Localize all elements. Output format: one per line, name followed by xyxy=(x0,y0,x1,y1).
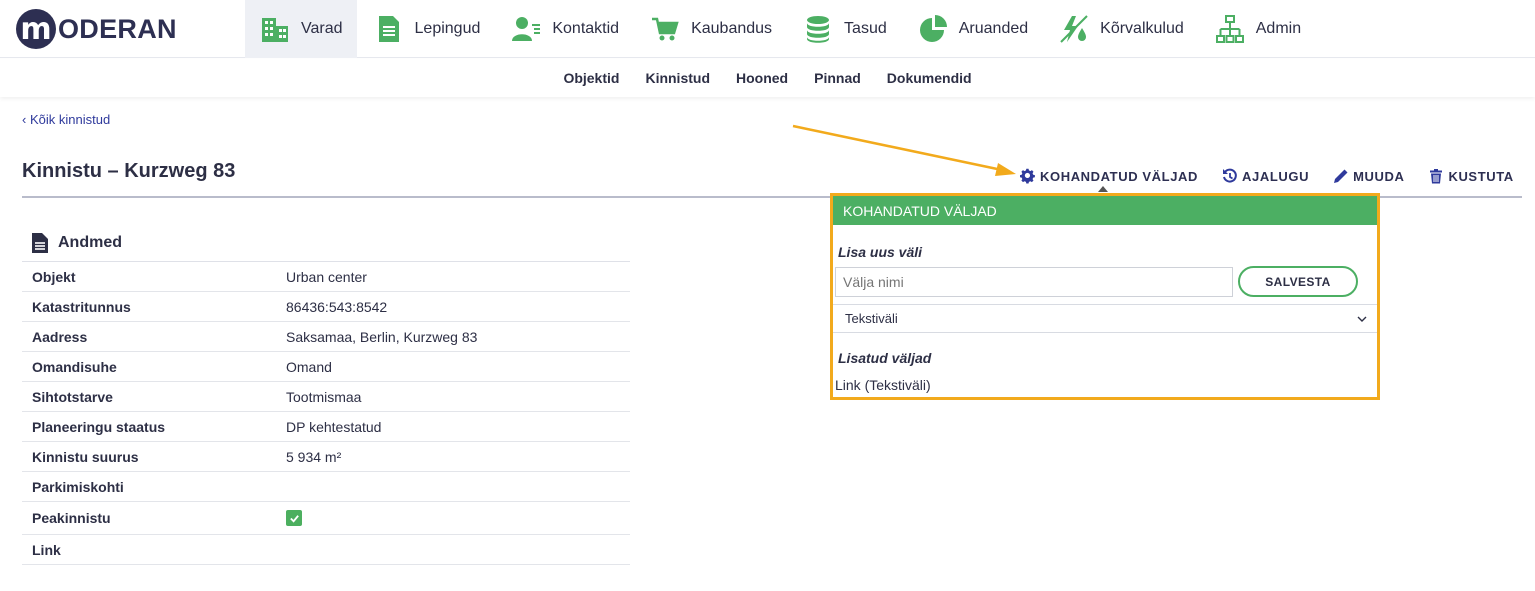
document-icon xyxy=(373,13,405,45)
delete-button[interactable]: KUSTUTA xyxy=(1428,168,1513,184)
row-label: Parkimiskohti xyxy=(32,478,124,495)
row-label: Omandisuhe xyxy=(32,358,117,375)
nav-label: Lepingud xyxy=(414,20,481,37)
nav-label: Tasud xyxy=(844,20,887,37)
row-label: Sihtotstarve xyxy=(32,388,113,405)
nav-item-tasud[interactable]: Tasud xyxy=(788,0,901,58)
subnav-item-objektid[interactable]: Objektid xyxy=(550,70,632,86)
sub-navigation: Objektid Kinnistud Hooned Pinnad Dokumen… xyxy=(0,59,1535,97)
table-row: Omandisuhe Omand xyxy=(22,352,630,382)
data-section-title: Andmed xyxy=(58,234,122,251)
page-title: Kinnistu – Kurzweg 83 xyxy=(22,160,236,182)
document-icon xyxy=(32,233,48,253)
row-label: Link xyxy=(32,541,61,558)
chevron-left-icon: ‹ xyxy=(22,112,27,127)
logo-mark: m xyxy=(16,9,56,49)
nav-label: Kaubandus xyxy=(691,20,773,37)
table-row: Katastritunnus 86436:543:8542 xyxy=(22,292,630,322)
subnav-item-hooned[interactable]: Hooned xyxy=(723,70,801,86)
subnav-item-pinnad[interactable]: Pinnad xyxy=(801,70,874,86)
trash-icon xyxy=(1430,169,1443,184)
logo-text: ODERAN xyxy=(58,13,177,44)
nav-item-lepingud[interactable]: Lepingud xyxy=(359,0,495,58)
table-row: Aadress Saksamaa, Berlin, Kurzweg 83 xyxy=(22,322,630,352)
nav-item-kontaktid[interactable]: Kontaktid xyxy=(496,0,633,58)
pencil-icon xyxy=(1334,169,1348,183)
nav-label: Aruanded xyxy=(958,20,1029,37)
row-value: DP kehtestatud xyxy=(286,418,382,435)
row-label: Kinnistu suurus xyxy=(32,448,139,465)
page-actions: KOHANDATUD VÄLJAD AJALUGU MUUDA KUSTUTA xyxy=(1020,168,1535,184)
gear-icon xyxy=(1020,168,1035,184)
custom-fields-panel-header: KOHANDATUD VÄLJAD xyxy=(833,196,1377,225)
history-icon xyxy=(1223,168,1237,183)
row-value: Omand xyxy=(286,358,332,375)
nav-item-kaubandus[interactable]: Kaubandus xyxy=(635,0,786,58)
buildings-icon xyxy=(259,13,291,45)
table-row: Sihtotstarve Tootmismaa xyxy=(22,382,630,412)
nav-label: Kontaktid xyxy=(552,20,620,37)
nav-label: Kõrvalkulud xyxy=(1100,20,1184,37)
row-label: Planeeringu staatus xyxy=(32,418,166,435)
custom-fields-panel: KOHANDATUD VÄLJAD Lisa uus väli SALVESTA… xyxy=(830,193,1380,400)
row-value: Urban center xyxy=(286,268,367,285)
cart-icon xyxy=(649,13,681,45)
nav-item-korvalkulud[interactable]: Kõrvalkulud xyxy=(1044,0,1198,58)
custom-fields-label: KOHANDATUD VÄLJAD xyxy=(1040,168,1199,184)
field-type-select[interactable]: Tekstiväli xyxy=(833,304,1377,333)
org-chart-icon xyxy=(1214,13,1246,45)
table-row: Parkimiskohti xyxy=(22,472,630,502)
row-value: Saksamaa, Berlin, Kurzweg 83 xyxy=(286,328,478,345)
subnav-item-kinnistud[interactable]: Kinnistud xyxy=(632,70,723,86)
added-field-item: Link (Tekstiväli) xyxy=(835,377,931,393)
field-type-value: Tekstiväli xyxy=(845,311,898,326)
delete-label: KUSTUTA xyxy=(1448,168,1514,184)
row-label: Peakinnistu xyxy=(32,510,111,526)
edit-button[interactable]: MUUDA xyxy=(1333,168,1404,184)
data-section-header: Andmed xyxy=(30,232,122,254)
table-row: Kinnistu suurus 5 934 m² xyxy=(22,442,630,472)
table-row: Peakinnistu xyxy=(22,502,630,535)
coins-icon xyxy=(802,13,834,45)
checkbox-checked-icon xyxy=(286,510,302,526)
nav-item-aruanded[interactable]: Aruanded xyxy=(903,0,1042,58)
added-fields-label: Lisatud väljad xyxy=(838,350,932,366)
add-new-field-label: Lisa uus väli xyxy=(838,244,923,260)
row-label: Objekt xyxy=(32,268,76,285)
table-row: Objekt Urban center xyxy=(22,262,630,292)
row-value: 5 934 m² xyxy=(286,448,342,465)
pie-chart-icon xyxy=(917,13,949,45)
custom-fields-button[interactable]: KOHANDATUD VÄLJAD xyxy=(1020,168,1198,184)
history-label: AJALUGU xyxy=(1242,168,1310,184)
field-name-input[interactable] xyxy=(835,267,1233,297)
row-label: Katastritunnus xyxy=(32,298,131,315)
back-link-all-properties[interactable]: ‹ Kõik kinnistud xyxy=(22,112,110,127)
main-nav: Varad Lepingud Kontaktid Kaubandus Tasud xyxy=(245,0,1317,58)
back-link-label: Kõik kinnistud xyxy=(29,112,111,127)
top-navigation-bar: m ODERAN Varad Lepingud Kontaktid Kauban… xyxy=(0,0,1535,58)
nav-label: Admin xyxy=(1255,20,1302,37)
save-button[interactable]: SALVESTA xyxy=(1238,266,1358,297)
row-value: 86436:543:8542 xyxy=(286,298,388,315)
history-button[interactable]: AJALUGU xyxy=(1222,168,1309,184)
table-row: Link xyxy=(22,535,630,565)
moderan-logo[interactable]: m ODERAN xyxy=(16,8,177,50)
row-value: Tootmismaa xyxy=(286,388,362,405)
contacts-icon xyxy=(510,13,542,45)
utilities-icon xyxy=(1058,13,1090,45)
nav-item-varad[interactable]: Varad xyxy=(245,0,357,58)
row-label: Aadress xyxy=(32,328,88,345)
row-value xyxy=(286,510,302,526)
chevron-down-icon xyxy=(1357,316,1367,322)
subnav-item-dokumendid[interactable]: Dokumendid xyxy=(874,70,985,86)
property-data-table: Objekt Urban center Katastritunnus 86436… xyxy=(22,261,630,565)
dropdown-caret-icon xyxy=(1098,186,1108,192)
edit-label: MUUDA xyxy=(1353,168,1405,184)
nav-item-admin[interactable]: Admin xyxy=(1200,0,1315,58)
table-row: Planeeringu staatus DP kehtestatud xyxy=(22,412,630,442)
nav-label: Varad xyxy=(301,20,343,37)
